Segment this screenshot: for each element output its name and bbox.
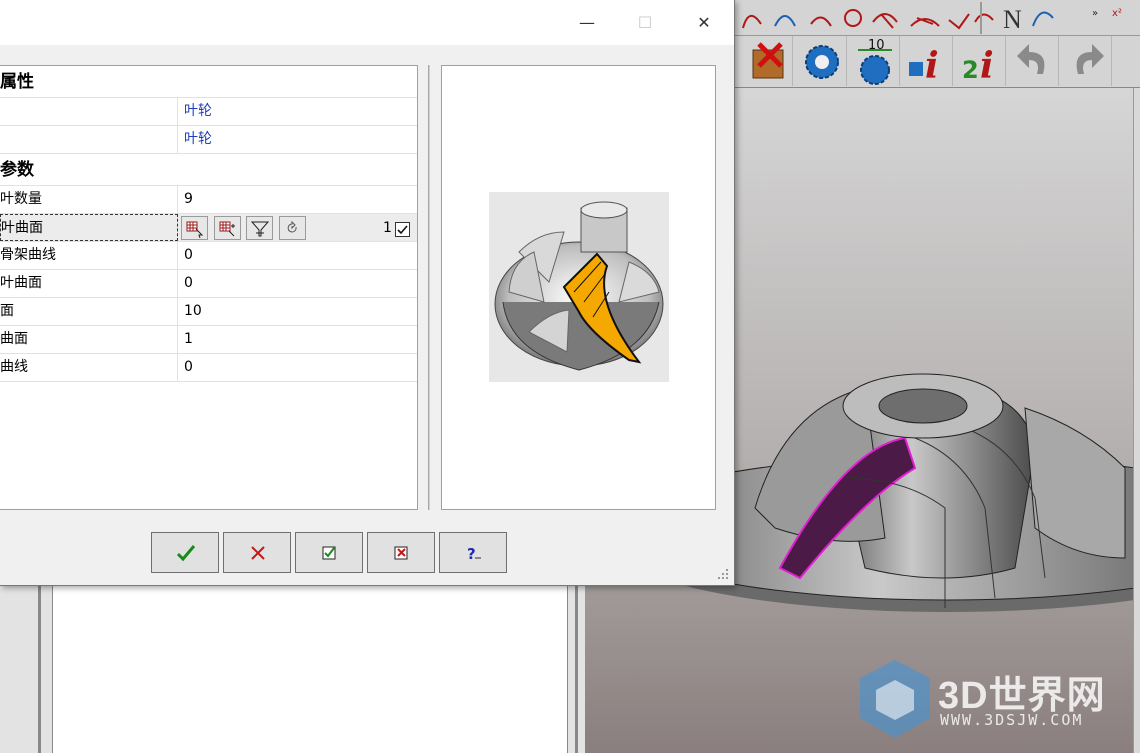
- property-row-type[interactable]: 叶轮: [0, 98, 417, 126]
- category-row-attributes[interactable]: 属性: [0, 66, 417, 98]
- gear-icon[interactable]: [797, 36, 847, 86]
- reset-button[interactable]: [279, 216, 306, 240]
- property-name: 叶曲面: [0, 214, 178, 241]
- property-row-splitter-surface[interactable]: 叶曲面 0: [0, 270, 417, 298]
- select-multiple-button[interactable]: [214, 216, 241, 240]
- svg-text:i: i: [980, 45, 994, 86]
- property-row-surfaces[interactable]: 曲面 1: [0, 326, 417, 354]
- right-tool-rail[interactable]: [1133, 88, 1140, 753]
- help-icon: ?: [467, 545, 481, 562]
- undo-icon[interactable]: [1009, 36, 1059, 86]
- property-row-curves[interactable]: 曲线 0: [0, 354, 417, 382]
- checkmark-icon: [397, 225, 408, 235]
- panel-splitter-right[interactable]: [575, 586, 578, 753]
- ok-button[interactable]: [151, 532, 219, 573]
- apply-check-icon: [322, 546, 336, 560]
- svg-text:»: »: [1092, 8, 1098, 19]
- filter-icon: [251, 221, 269, 237]
- filter-button[interactable]: [246, 216, 273, 240]
- svg-text:x²: x²: [1112, 8, 1122, 19]
- redo-icon[interactable]: [1062, 36, 1112, 86]
- impeller-dialog: — ☐ ✕ 属性 叶轮 叶轮 参数 叶数量 9 叶曲面 1 骨架曲线 0 叶曲面…: [0, 0, 735, 586]
- category-label: 参数: [0, 160, 34, 180]
- blade-surface-count: 1: [383, 220, 392, 236]
- property-value[interactable]: 10: [184, 298, 202, 325]
- property-row-blade-surface[interactable]: 叶曲面 1: [0, 214, 417, 242]
- cad-sketch-toolbar: N » x²: [735, 0, 1140, 36]
- cad-main-toolbar: 10 i 2i: [735, 36, 1140, 88]
- cancel-x-icon: [251, 546, 265, 560]
- panel-splitter[interactable]: [38, 586, 41, 753]
- cube-logo-icon: [860, 660, 930, 738]
- blade-surface-checkbox[interactable]: [395, 222, 410, 237]
- delete-features-icon[interactable]: [743, 36, 793, 86]
- apply-cancel-button[interactable]: [367, 532, 435, 573]
- background-list-area[interactable]: [52, 586, 568, 753]
- select-multiple-icon: [219, 221, 235, 237]
- property-name: 叶数量: [0, 186, 178, 213]
- info-two-icon[interactable]: 2i: [956, 36, 1006, 87]
- help-button[interactable]: ?: [439, 532, 507, 573]
- svg-text:N: N: [1003, 5, 1022, 34]
- gear-count-icon[interactable]: 10: [850, 36, 900, 86]
- dialog-titlebar[interactable]: — ☐ ✕: [0, 0, 734, 45]
- svg-text:?: ?: [467, 545, 476, 562]
- category-row-parameters[interactable]: 参数: [0, 154, 417, 186]
- property-name: [0, 98, 178, 125]
- minimize-button[interactable]: —: [564, 6, 610, 40]
- select-surface-icon: [186, 221, 204, 238]
- background-panel: [0, 586, 585, 753]
- property-grid: 属性 叶轮 叶轮 参数 叶数量 9 叶曲面 1 骨架曲线 0 叶曲面 0 面 1…: [0, 65, 418, 510]
- property-name: 叶曲面: [0, 270, 178, 297]
- resize-grip-icon: [718, 569, 728, 579]
- apply-button[interactable]: [295, 532, 363, 573]
- property-row-skeleton-curves[interactable]: 骨架曲线 0: [0, 242, 417, 270]
- select-surface-button[interactable]: [181, 216, 208, 240]
- property-name: 曲面: [0, 326, 178, 353]
- close-button[interactable]: ✕: [681, 6, 727, 40]
- grid-preview-splitter[interactable]: [428, 65, 430, 510]
- property-value[interactable]: 0: [184, 270, 193, 297]
- property-row-name[interactable]: 叶轮: [0, 126, 417, 154]
- watermark-url: WWW.3DSJW.COM: [940, 711, 1084, 729]
- impeller-preview-image: [489, 192, 669, 382]
- resize-grip[interactable]: [716, 567, 730, 581]
- property-value[interactable]: 9: [184, 186, 193, 213]
- property-name: [0, 126, 178, 153]
- property-row-faces[interactable]: 面 10: [0, 298, 417, 326]
- property-row-blade-count[interactable]: 叶数量 9: [0, 186, 417, 214]
- maximize-button[interactable]: ☐: [622, 6, 668, 40]
- watermark-logo: 3D世界网 WWW.3DSJW.COM: [856, 658, 1126, 740]
- info-icon[interactable]: i: [903, 36, 953, 87]
- reset-icon: [287, 220, 297, 233]
- ok-check-icon: [176, 545, 196, 562]
- property-name: 骨架曲线: [0, 242, 178, 269]
- svg-text:i: i: [925, 45, 939, 86]
- category-label: 属性: [0, 72, 34, 92]
- property-value[interactable]: 叶轮: [184, 98, 212, 125]
- svg-text:2: 2: [962, 56, 979, 84]
- property-value[interactable]: 1: [184, 326, 193, 353]
- property-name: 面: [0, 298, 178, 325]
- property-name: 曲线: [0, 354, 178, 381]
- property-value[interactable]: 0: [184, 354, 193, 381]
- preview-pane: [441, 65, 716, 510]
- apply-x-icon: [394, 546, 408, 560]
- impeller-preview-icon: [494, 201, 664, 371]
- property-value[interactable]: 叶轮: [184, 126, 212, 153]
- cancel-button[interactable]: [223, 532, 291, 573]
- sketch-tools-icon[interactable]: N » x²: [735, 0, 1140, 36]
- property-value[interactable]: 0: [184, 242, 193, 269]
